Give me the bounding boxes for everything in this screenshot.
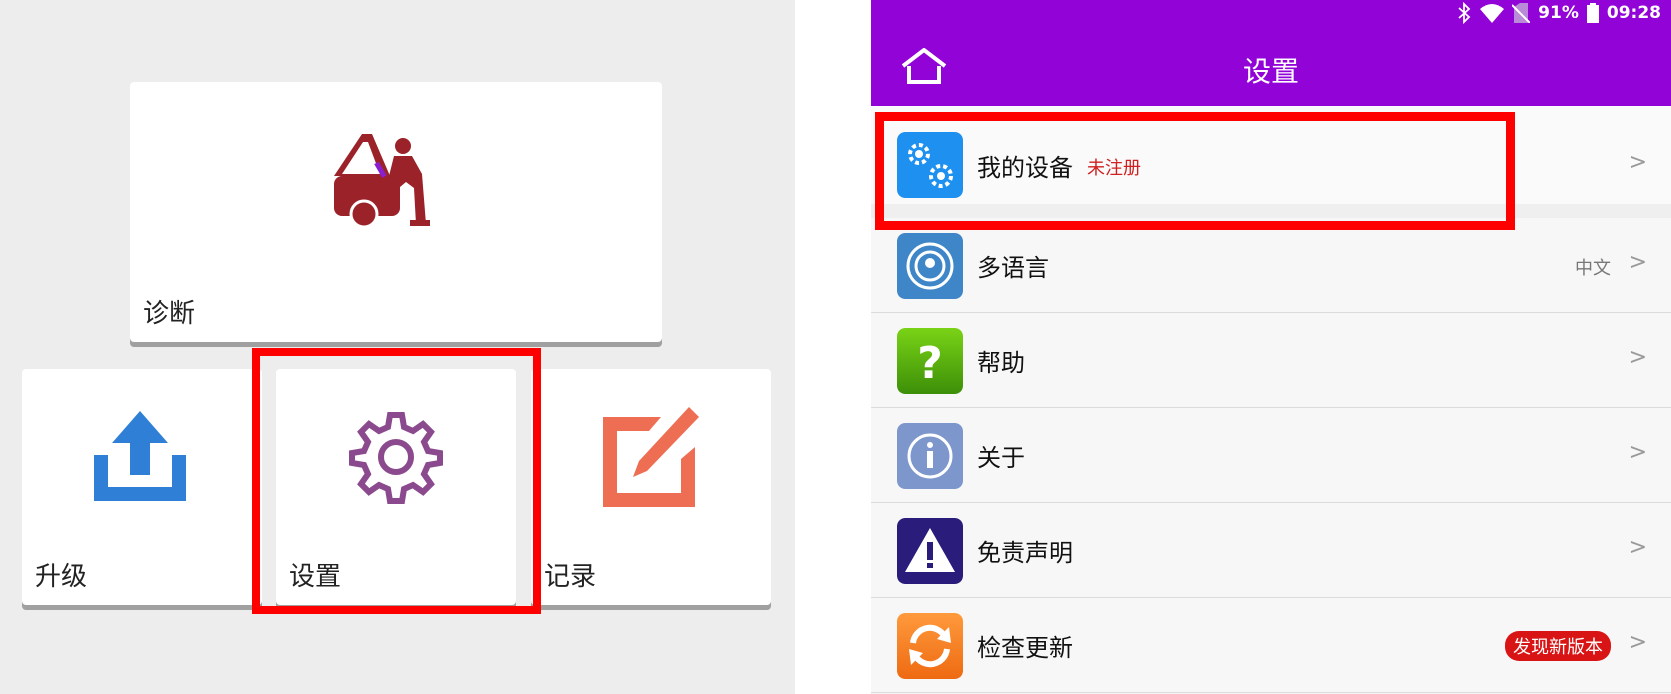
list-item-label: 检查更新 bbox=[977, 634, 1073, 662]
info-icon bbox=[897, 423, 963, 489]
wifi-icon bbox=[1480, 4, 1505, 23]
highlight-box-my-device bbox=[875, 112, 1515, 230]
new-version-badge: 发现新版本 bbox=[1505, 631, 1611, 661]
language-value: 中文 bbox=[1575, 258, 1611, 279]
tile-diagnose-label: 诊断 bbox=[143, 299, 196, 329]
list-item-language[interactable]: 多语言 中文 > bbox=[871, 218, 1671, 313]
tile-diagnose[interactable]: 诊断 bbox=[130, 82, 662, 342]
app-bar: 91% 09:28 设置 bbox=[871, 0, 1671, 106]
tile-upgrade[interactable]: 升级 bbox=[22, 369, 262, 605]
settings-screen: 91% 09:28 设置 我的设备 未注册 > 多语言 中文 > ? 帮助 > … bbox=[871, 0, 1671, 694]
globe-icon bbox=[897, 233, 963, 299]
refresh-icon bbox=[897, 613, 963, 679]
list-item-check-update[interactable]: 检查更新 发现新版本 > bbox=[871, 598, 1671, 693]
chevron-right-icon: > bbox=[1628, 150, 1647, 175]
highlight-box-settings bbox=[252, 348, 541, 614]
list-item-help[interactable]: ? 帮助 > bbox=[871, 313, 1671, 408]
status-bar: 91% 09:28 bbox=[1456, 1, 1661, 25]
chevron-right-icon: > bbox=[1628, 535, 1647, 560]
chevron-right-icon: > bbox=[1628, 630, 1647, 655]
chevron-right-icon: > bbox=[1628, 345, 1647, 370]
bluetooth-icon bbox=[1458, 2, 1471, 24]
list-item-disclaimer[interactable]: 免责声明 > bbox=[871, 503, 1671, 598]
clock: 09:28 bbox=[1606, 3, 1661, 23]
battery-icon bbox=[1586, 3, 1599, 23]
tile-records[interactable]: 记录 bbox=[531, 369, 771, 605]
warning-icon bbox=[897, 518, 963, 584]
list-item-label: 关于 bbox=[977, 444, 1025, 472]
list-item-label: 免责声明 bbox=[977, 539, 1073, 567]
help-icon: ? bbox=[897, 328, 963, 394]
list-item-label: 帮助 bbox=[977, 349, 1025, 377]
page-title: 设置 bbox=[1242, 55, 1299, 88]
list-item-label: 多语言 bbox=[977, 254, 1049, 282]
home-screen: 诊断 升级 设置 记录 bbox=[0, 0, 795, 694]
list-item-about[interactable]: 关于 > bbox=[871, 408, 1671, 503]
no-sim-icon bbox=[1512, 3, 1531, 23]
chevron-right-icon: > bbox=[1628, 440, 1647, 465]
chevron-right-icon: > bbox=[1628, 250, 1647, 275]
car-repair-icon bbox=[334, 134, 430, 228]
tile-upgrade-label: 升级 bbox=[35, 562, 88, 592]
tile-records-label: 记录 bbox=[544, 562, 597, 592]
battery-percent: 91% bbox=[1538, 3, 1579, 23]
edit-icon bbox=[603, 407, 699, 507]
upload-icon bbox=[94, 411, 186, 501]
svg-text:?: ? bbox=[917, 338, 943, 389]
